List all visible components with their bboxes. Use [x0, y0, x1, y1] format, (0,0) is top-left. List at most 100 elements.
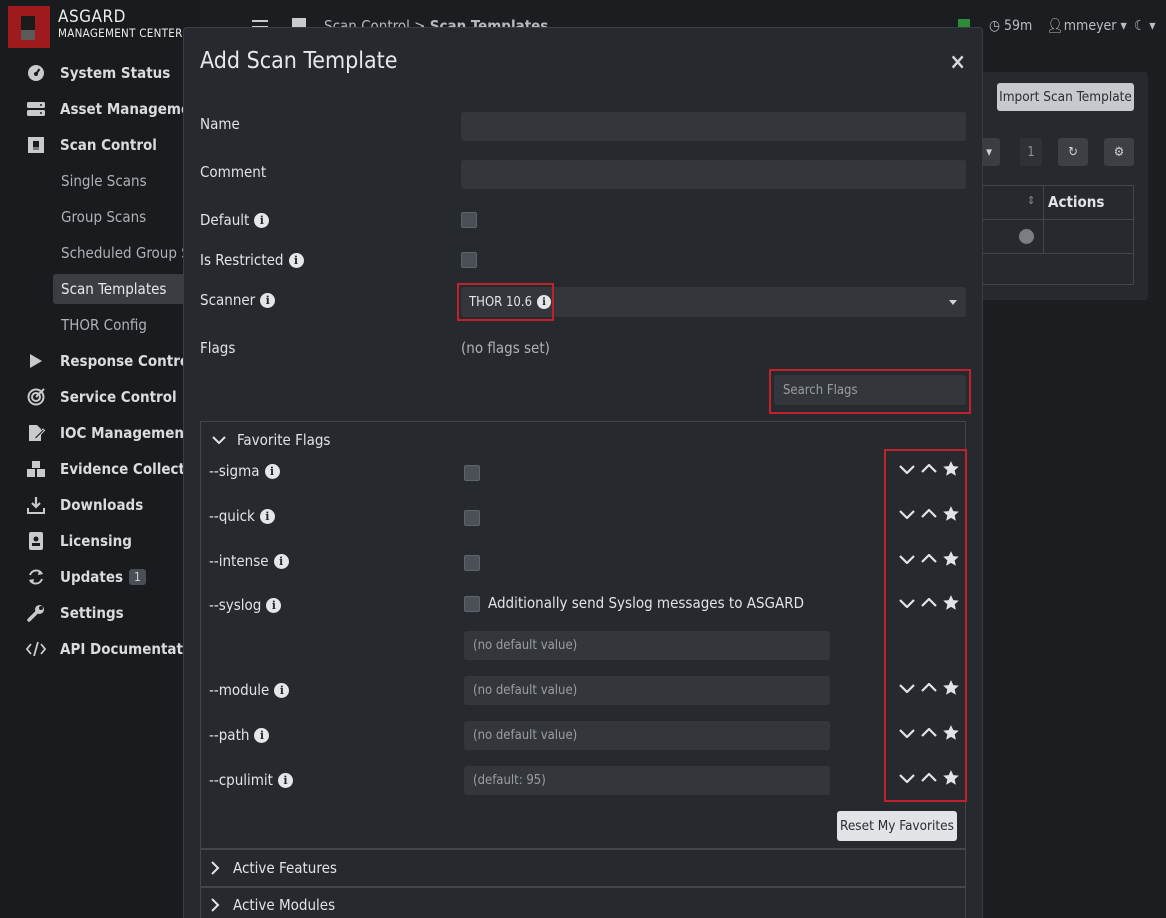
moon-icon: ☾: [1134, 18, 1146, 34]
accordion-divider: [201, 848, 965, 850]
info-icon[interactable]: i: [288, 252, 304, 268]
app-name: ASGARD MANAGEMENT CENTER: [58, 7, 183, 40]
flag-syslog-checkbox-label: Additionally send Syslog messages to ASG…: [488, 594, 804, 612]
clock-icon: ◷: [989, 18, 1000, 34]
flag-path-input[interactable]: (no default value): [464, 721, 830, 750]
default-label: Default i: [200, 211, 270, 229]
scan-templates-panel: Import Scan Template ▾ 1 ↻ ⚙ ⇕ Actions: [978, 72, 1148, 300]
sidebar-item-licensing[interactable]: Licensing: [26, 530, 132, 552]
flag-sigma-checkbox[interactable]: [464, 465, 480, 481]
name-label: Name: [200, 115, 240, 133]
sidebar-item-service-control[interactable]: Service Control: [26, 386, 177, 408]
actions-column-header: Actions: [1048, 193, 1105, 211]
reset-favorites-button[interactable]: Reset My Favorites: [837, 811, 957, 841]
sidebar-item-response-control[interactable]: Response Control: [26, 350, 194, 372]
close-icon[interactable]: ×: [949, 50, 966, 75]
info-icon[interactable]: i: [264, 463, 280, 479]
code-icon: [26, 640, 46, 658]
sidebar-item-asset-management[interactable]: Asset Management: [26, 98, 206, 120]
restricted-label: Is Restricted i: [200, 251, 304, 269]
info-icon[interactable]: i: [259, 508, 275, 524]
asgard-logo[interactable]: [8, 6, 50, 48]
flag-quick-checkbox[interactable]: [464, 510, 480, 526]
pagination-page[interactable]: 1: [1020, 138, 1042, 166]
flag-sigma-label: --sigma i: [209, 462, 280, 480]
theme-toggle[interactable]: ☾ ▾: [1134, 18, 1156, 34]
sidebar-item-system-status[interactable]: System Status: [26, 62, 170, 84]
server-icon: [26, 100, 46, 118]
sidebar-sub-group-scans[interactable]: Group Scans: [61, 208, 146, 226]
info-icon[interactable]: i: [260, 292, 276, 308]
active-modules-header[interactable]: Active Modules: [207, 896, 335, 914]
sidebar-item-settings[interactable]: Settings: [26, 602, 124, 624]
chevron-right-icon: [207, 898, 223, 912]
info-icon[interactable]: i: [274, 682, 290, 698]
highlight-box: [457, 283, 554, 321]
id-badge-icon: [26, 532, 46, 550]
info-icon[interactable]: i: [254, 212, 270, 228]
flags-value: (no flags set): [461, 339, 550, 357]
sidebar-item-updates[interactable]: Updates 1: [26, 566, 146, 588]
sidebar-item-scan-control[interactable]: Scan Control: [26, 134, 157, 156]
sync-icon: [26, 568, 46, 586]
flag-cpulimit-input[interactable]: (default: 95): [464, 766, 830, 795]
default-checkbox[interactable]: [461, 212, 477, 228]
highlight-box: [769, 369, 971, 414]
wrench-icon: [26, 604, 46, 622]
flags-label: Flags: [200, 339, 236, 357]
flag-module-input[interactable]: (no default value): [464, 676, 830, 705]
modal-title: Add Scan Template: [200, 48, 398, 74]
comment-label: Comment: [200, 163, 267, 181]
play-icon: [26, 352, 46, 370]
boxes-icon: [26, 460, 46, 478]
sidebar-sub-single-scans[interactable]: Single Scans: [61, 172, 147, 190]
user-menu[interactable]: 👤︎mmeyer ▾: [1046, 18, 1127, 34]
flag-syslog-input[interactable]: (no default value): [464, 631, 830, 660]
refresh-icon[interactable]: ↻: [1058, 138, 1088, 166]
flag-intense-checkbox[interactable]: [464, 555, 480, 571]
sidebar-sub-thor-config[interactable]: THOR Config: [61, 316, 147, 334]
file-edit-icon: [26, 424, 46, 442]
active-features-header[interactable]: Active Features: [207, 859, 337, 877]
sidebar-sub-scan-templates[interactable]: Scan Templates: [61, 280, 166, 298]
flags-accordion: Favorite Flags --sigma i --quick i --inten…: [200, 421, 967, 918]
highlight-box: [884, 449, 967, 802]
templates-table: ⇕ Actions: [982, 185, 1134, 285]
sidebar-item-downloads[interactable]: Downloads: [26, 494, 143, 516]
sidebar-item-ioc-management[interactable]: IOC Management: [26, 422, 190, 444]
info-icon[interactable]: [1019, 229, 1034, 244]
add-scan-template-modal: Add Scan Template × Name Comment Default…: [183, 27, 983, 918]
restricted-checkbox[interactable]: [461, 252, 477, 268]
dashboard-icon: [26, 64, 46, 82]
info-icon[interactable]: i: [266, 597, 282, 613]
flag-syslog-label: --syslog i: [209, 596, 282, 614]
scan-icon: [26, 136, 46, 154]
comment-input[interactable]: [461, 160, 966, 189]
flag-intense-label: --intense i: [209, 552, 289, 570]
user-icon: 👤︎: [1046, 18, 1064, 34]
gear-icon[interactable]: ⚙: [1104, 138, 1134, 166]
flag-quick-label: --quick i: [209, 507, 275, 525]
chevron-down-icon: [949, 300, 957, 305]
updates-count-badge: 1: [129, 569, 146, 585]
chevron-right-icon: [207, 861, 223, 875]
favorite-flags-header[interactable]: Favorite Flags: [211, 431, 330, 449]
flag-cpulimit-label: --cpulimit i: [209, 771, 293, 789]
info-icon[interactable]: i: [254, 727, 270, 743]
session-timer: ◷ 59m: [989, 18, 1033, 34]
chevron-down-icon: [211, 435, 227, 445]
sidebar-item-evidence-collection[interactable]: Evidence Collection: [26, 458, 208, 480]
info-icon[interactable]: i: [273, 553, 289, 569]
sidebar: ASGARD MANAGEMENT CENTER System Status A…: [0, 0, 221, 918]
sidebar-item-api-documentation[interactable]: API Documentation: [26, 638, 206, 660]
sort-icon[interactable]: ⇕: [1027, 194, 1035, 207]
import-scan-template-button[interactable]: Import Scan Template: [997, 83, 1134, 111]
name-input[interactable]: [461, 112, 966, 141]
info-icon[interactable]: i: [277, 772, 293, 788]
target-icon: [26, 388, 46, 406]
accordion-divider: [201, 886, 965, 888]
scanner-label: Scanner i: [200, 291, 276, 309]
download-icon: [26, 496, 46, 514]
flag-module-label: --module i: [209, 681, 290, 699]
flag-syslog-checkbox[interactable]: [464, 596, 480, 612]
